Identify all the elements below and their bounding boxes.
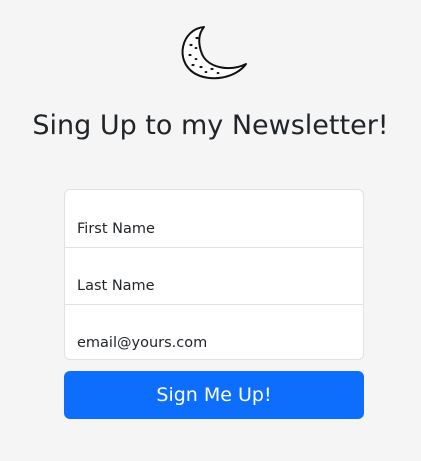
last-name-input[interactable] xyxy=(65,248,363,304)
email-input[interactable] xyxy=(65,305,363,359)
first-name-input[interactable] xyxy=(65,190,363,247)
email-field-wrapper xyxy=(65,304,363,359)
input-group xyxy=(64,189,364,360)
crescent-moon-icon xyxy=(181,26,247,80)
sign-up-button[interactable]: Sign Me Up! xyxy=(64,371,364,419)
first-name-field-wrapper xyxy=(65,190,363,247)
page-title: Sing Up to my Newsletter! xyxy=(32,110,389,141)
last-name-field-wrapper xyxy=(65,247,363,304)
